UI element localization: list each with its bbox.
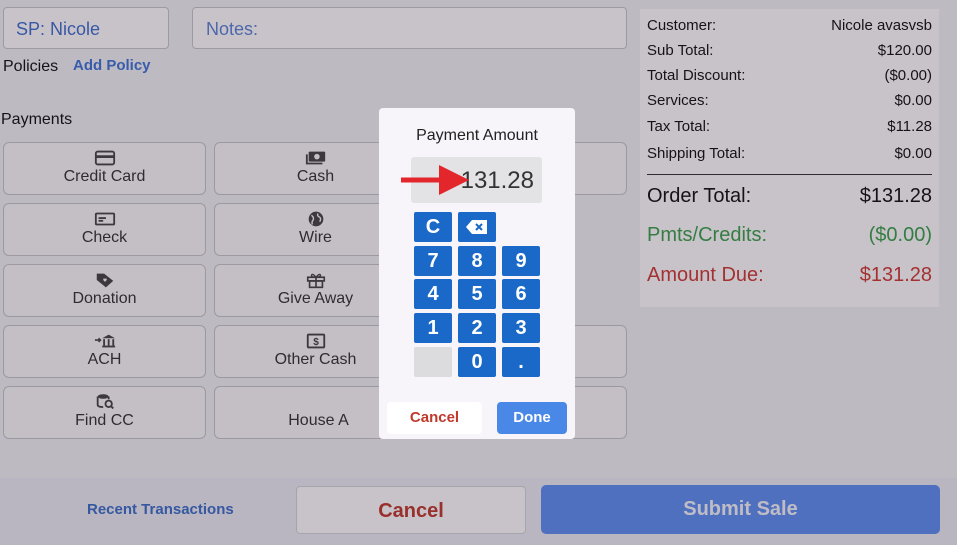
backspace-icon	[466, 220, 487, 234]
key-9[interactable]: 9	[502, 246, 540, 276]
key-4[interactable]: 4	[414, 279, 452, 309]
dialog-title: Payment Amount	[416, 127, 538, 144]
key-6[interactable]: 6	[502, 279, 540, 309]
key-7[interactable]: 7	[414, 246, 452, 276]
key-backspace[interactable]	[458, 212, 496, 242]
key-blank	[414, 347, 452, 377]
key-clear[interactable]: C	[414, 212, 452, 242]
key-5[interactable]: 5	[458, 279, 496, 309]
key-1[interactable]: 1	[414, 313, 452, 343]
key-decimal[interactable]: .	[502, 347, 540, 377]
payment-amount-dialog: Payment Amount 131.28 C 7 8 9 4 5 6 1 2 …	[379, 108, 575, 439]
dialog-done-button[interactable]: Done	[497, 402, 567, 434]
key-8[interactable]: 8	[458, 246, 496, 276]
key-0[interactable]: 0	[458, 347, 496, 377]
red-arrow-annotation	[401, 165, 469, 195]
key-3[interactable]: 3	[502, 313, 540, 343]
dialog-cancel-button[interactable]: Cancel	[387, 402, 482, 434]
key-2[interactable]: 2	[458, 313, 496, 343]
